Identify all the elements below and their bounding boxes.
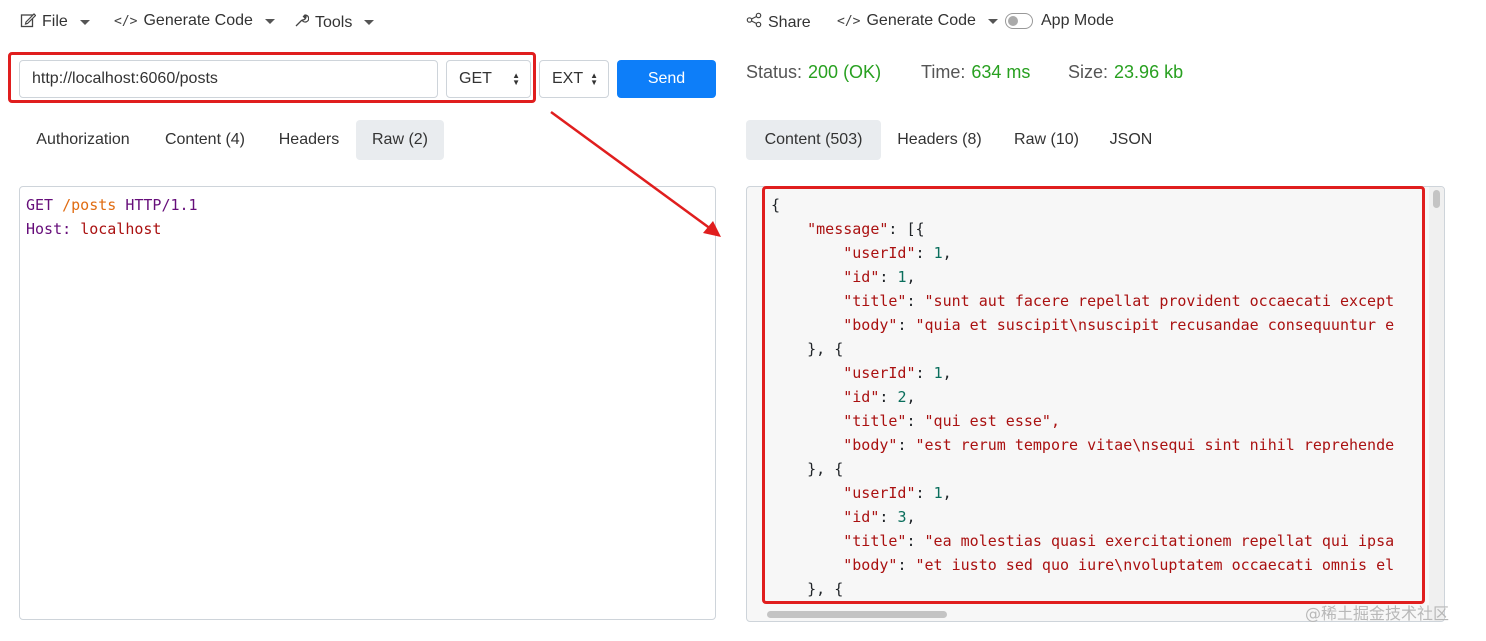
file-menu-label: File — [42, 13, 68, 30]
send-button[interactable]: Send — [617, 60, 716, 98]
chevron-down-icon — [987, 18, 998, 24]
size-value: 23.96 kb — [1114, 62, 1184, 82]
chevron-down-icon — [264, 18, 275, 24]
highlight-box-response — [762, 186, 1425, 604]
size-label: Size: — [1068, 62, 1109, 82]
tab-headers[interactable]: Headers — [263, 120, 355, 160]
time-info: Time: 634 ms — [921, 62, 1030, 83]
annotation-arrow-icon — [550, 110, 721, 237]
tab-response-content[interactable]: Content (503) — [746, 120, 881, 160]
tab-response-headers[interactable]: Headers (8) — [883, 120, 996, 160]
generate-code-menu-right[interactable]: </> Generate Code — [837, 12, 998, 30]
toggle-switch[interactable] — [1005, 13, 1033, 29]
horizontal-scrollbar[interactable] — [767, 611, 947, 618]
raw-host-value: localhost — [80, 220, 162, 238]
time-label: Time: — [921, 62, 966, 82]
share-button[interactable]: Share — [746, 12, 811, 33]
tools-menu[interactable]: Tools — [293, 12, 375, 33]
share-label: Share — [768, 13, 811, 31]
tab-content[interactable]: Content (4) — [149, 120, 261, 160]
chevron-down-icon — [79, 19, 90, 25]
raw-path: /posts — [62, 196, 117, 214]
wrench-icon — [293, 12, 310, 33]
ext-select[interactable]: EXT ▲ ▼ — [539, 60, 609, 98]
raw-host-key: Host: — [26, 220, 72, 238]
watermark: @稀土掘金技术社区 — [1305, 604, 1450, 623]
raw-protocol: HTTP/1.1 — [125, 196, 198, 214]
size-info: Size: 23.96 kb — [1068, 62, 1183, 83]
status-value: 200 (OK) — [808, 62, 882, 82]
vertical-scrollbar[interactable] — [1429, 187, 1444, 621]
raw-method: GET — [26, 196, 54, 214]
tab-response-raw[interactable]: Raw (10) — [1000, 120, 1093, 160]
tab-raw[interactable]: Raw (2) — [356, 120, 444, 160]
tools-label: Tools — [315, 13, 353, 31]
generate-code-label: Generate Code — [866, 12, 976, 29]
tab-authorization[interactable]: Authorization — [19, 120, 147, 160]
status-info: Status: 200 (OK) — [746, 62, 881, 83]
share-icon — [746, 12, 762, 33]
code-icon: </> — [837, 13, 861, 29]
app-mode-label: App Mode — [1041, 12, 1114, 29]
generate-code-label: Generate Code — [143, 12, 253, 29]
file-menu[interactable]: File — [20, 12, 90, 32]
app-mode-toggle[interactable]: App Mode — [1005, 12, 1114, 30]
edit-icon — [20, 12, 37, 32]
chevron-down-icon — [364, 20, 375, 25]
generate-code-menu[interactable]: </> Generate Code — [114, 12, 275, 30]
code-icon: </> — [114, 13, 138, 29]
scroll-thumb[interactable] — [1433, 190, 1440, 208]
status-label: Status: — [746, 62, 803, 82]
tab-response-json[interactable]: JSON — [1096, 120, 1166, 160]
highlight-box-request — [8, 52, 536, 103]
raw-request-editor[interactable]: GET /posts HTTP/1.1 Host: localhost — [19, 186, 716, 620]
time-value: 634 ms — [971, 62, 1031, 82]
select-arrows-icon: ▲ ▼ — [590, 71, 598, 87]
ext-value: EXT — [552, 70, 584, 87]
